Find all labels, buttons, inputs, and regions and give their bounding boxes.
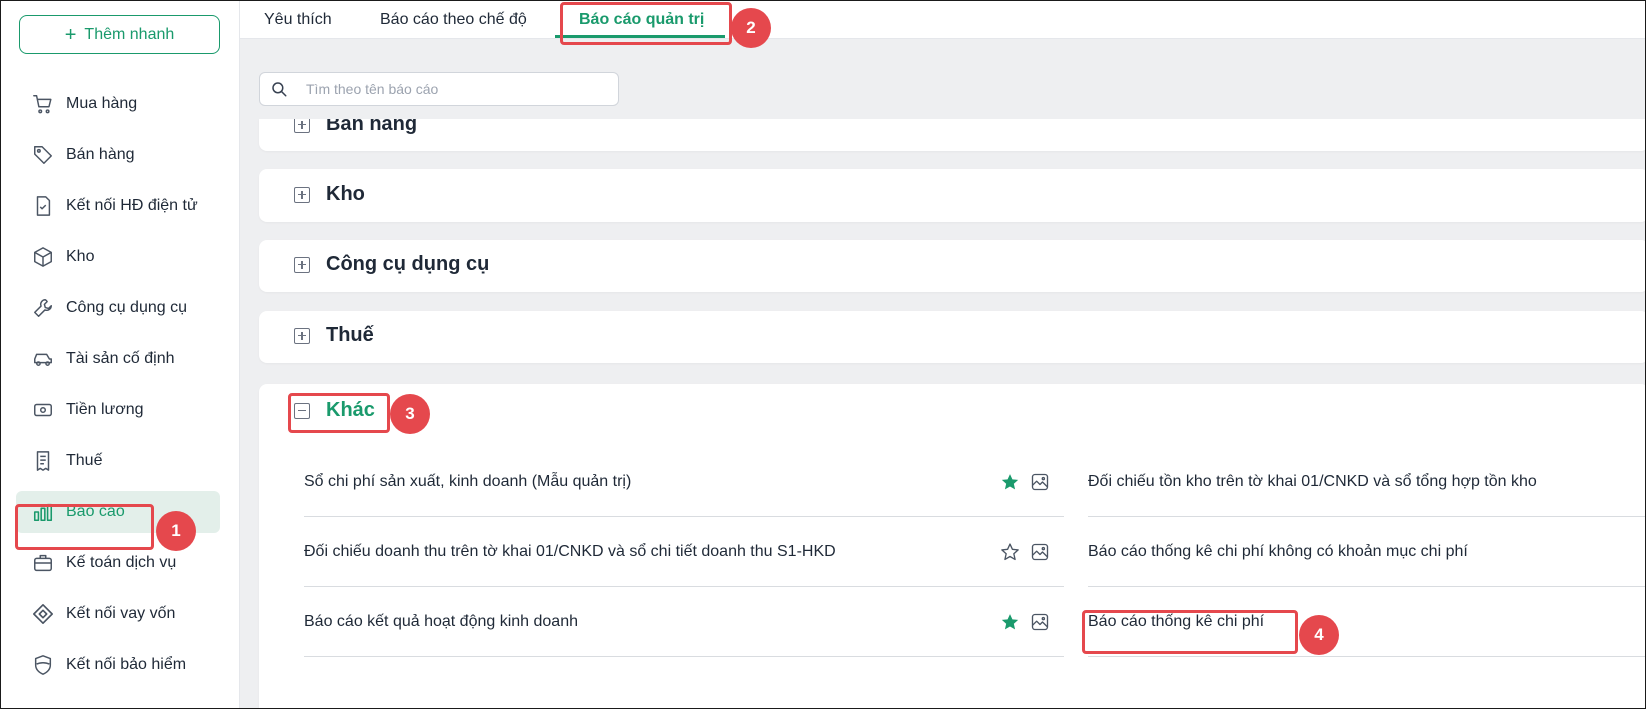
- star-filled-icon[interactable]: [1000, 612, 1020, 632]
- highlight-other-group: [288, 393, 390, 433]
- sidebar: + Thêm nhanh Mua hàng Bán hàng Kết nối H…: [0, 0, 240, 709]
- star-filled-icon[interactable]: [1000, 472, 1020, 492]
- sidebar-item-label: Kết nối HĐ điện tử: [66, 197, 198, 214]
- report-item[interactable]: Báo cáo kết quả hoạt động kinh doanh: [304, 587, 1064, 657]
- sidebar-item-label: Tiền lương: [66, 401, 144, 418]
- sidebar-item-sales[interactable]: Bán hàng: [16, 134, 220, 176]
- sidebar-item-label: Mua hàng: [66, 95, 138, 112]
- report-name: Đối chiếu tồn kho trên tờ khai 01/CNKD v…: [1088, 472, 1537, 490]
- search-box: [259, 72, 619, 106]
- link-icon: [33, 604, 53, 624]
- sidebar-item-warehouse[interactable]: Kho: [16, 236, 220, 278]
- report-name: Sổ chi phí sản xuất, kinh doanh (Mẫu quả…: [304, 472, 632, 490]
- sidebar-item-label: Kế toán dịch vụ: [66, 554, 177, 571]
- sidebar-item-e-invoice[interactable]: Kết nối HĐ điện tử: [16, 185, 220, 227]
- car-icon: [34, 353, 52, 366]
- step-badge-1: 1: [156, 511, 196, 551]
- sidebar-item-label: Tài sản cố định: [66, 350, 175, 367]
- highlight-reports-menu: [15, 504, 154, 550]
- group-header-tax[interactable]: Thuế: [294, 324, 374, 347]
- money-icon: [34, 403, 52, 417]
- preview-image-icon[interactable]: [1030, 472, 1050, 492]
- sidebar-item-label: Kết nối vay vốn: [66, 605, 176, 622]
- preview-image-icon[interactable]: [1030, 542, 1050, 562]
- group-title: Thuế: [326, 324, 374, 346]
- report-item[interactable]: Sổ chi phí sản xuất, kinh doanh (Mẫu quả…: [304, 447, 1064, 517]
- report-item[interactable]: Báo cáo thống kê chi phí không có khoản …: [1088, 517, 1646, 587]
- expand-icon: [294, 256, 310, 273]
- quick-add-label: Thêm nhanh: [84, 25, 175, 43]
- group-title: Công cụ dụng cụ: [326, 253, 490, 275]
- report-item[interactable]: Đối chiếu doanh thu trên tờ khai 01/CNKD…: [304, 517, 1064, 587]
- shield-icon: [34, 655, 52, 675]
- step-badge-2: 2: [731, 8, 771, 48]
- group-title: Kho: [326, 183, 365, 205]
- expand-icon: [294, 327, 310, 344]
- sidebar-item-fixed-assets[interactable]: Tài sản cố định: [16, 338, 220, 380]
- group-sales: Bán hàng: [259, 113, 1646, 151]
- cart-icon: [33, 95, 52, 114]
- sidebar-item-label: Kết nối bảo hiểm: [66, 656, 187, 673]
- search-icon: [272, 82, 287, 97]
- tag-icon: [34, 146, 52, 164]
- group-header-warehouse[interactable]: Kho: [294, 183, 365, 206]
- sidebar-item-tools[interactable]: Công cụ dụng cụ: [16, 287, 220, 329]
- step-badge-3: 3: [390, 394, 430, 434]
- highlight-management-tab: [560, 2, 732, 45]
- sidebar-item-label: Bán hàng: [66, 146, 135, 163]
- sidebar-item-tax[interactable]: Thuế: [16, 440, 220, 482]
- sidebar-item-insurance[interactable]: Kết nối bảo hiểm: [16, 644, 220, 686]
- tab-bar: Yêu thích Báo cáo theo chế độ Báo cáo qu…: [240, 0, 1646, 39]
- sidebar-item-label: Công cụ dụng cụ: [66, 299, 187, 316]
- group-tools: Công cụ dụng cụ: [259, 240, 1646, 292]
- group-other: Khác Sổ chi phí sản xuất, kinh doanh (Mẫ…: [259, 384, 1646, 709]
- star-outline-icon[interactable]: [1000, 542, 1020, 562]
- sidebar-item-payroll[interactable]: Tiền lương: [16, 389, 220, 431]
- briefcase-icon: [34, 554, 52, 572]
- search-input[interactable]: [306, 81, 586, 97]
- sidebar-item-label: Thuế: [66, 452, 103, 469]
- tab-statutory-reports[interactable]: Báo cáo theo chế độ: [380, 0, 527, 39]
- report-name: Báo cáo thống kê chi phí không có khoản …: [1088, 542, 1468, 560]
- report-content: Bán hàng Kho Công cụ dụng cụ Thuế Khác S…: [240, 39, 1646, 709]
- report-name: Đối chiếu doanh thu trên tờ khai 01/CNKD…: [304, 542, 836, 560]
- report-item[interactable]: Đối chiếu tồn kho trên tờ khai 01/CNKD v…: [1088, 447, 1646, 517]
- report-name: Báo cáo kết quả hoạt động kinh doanh: [304, 612, 578, 630]
- tab-favorites[interactable]: Yêu thích: [264, 0, 332, 39]
- scroll-mask: [259, 109, 1646, 119]
- sidebar-item-purchase[interactable]: Mua hàng: [16, 83, 220, 125]
- group-warehouse: Kho: [259, 169, 1646, 222]
- receipt-icon: [36, 451, 50, 471]
- quick-add-button[interactable]: + Thêm nhanh: [19, 15, 220, 54]
- invoice-icon: [36, 196, 51, 216]
- sidebar-item-loan[interactable]: Kết nối vay vốn: [16, 593, 220, 635]
- expand-icon: [294, 186, 310, 203]
- highlight-expense-report: [1082, 610, 1298, 654]
- box-icon: [34, 247, 52, 267]
- group-header-tools[interactable]: Công cụ dụng cụ: [294, 253, 489, 276]
- group-tax: Thuế: [259, 311, 1646, 363]
- plus-icon: +: [64, 23, 77, 46]
- wrench-icon: [34, 299, 52, 317]
- sidebar-item-label: Kho: [66, 248, 95, 265]
- preview-image-icon[interactable]: [1030, 612, 1050, 632]
- step-badge-4: 4: [1299, 615, 1339, 655]
